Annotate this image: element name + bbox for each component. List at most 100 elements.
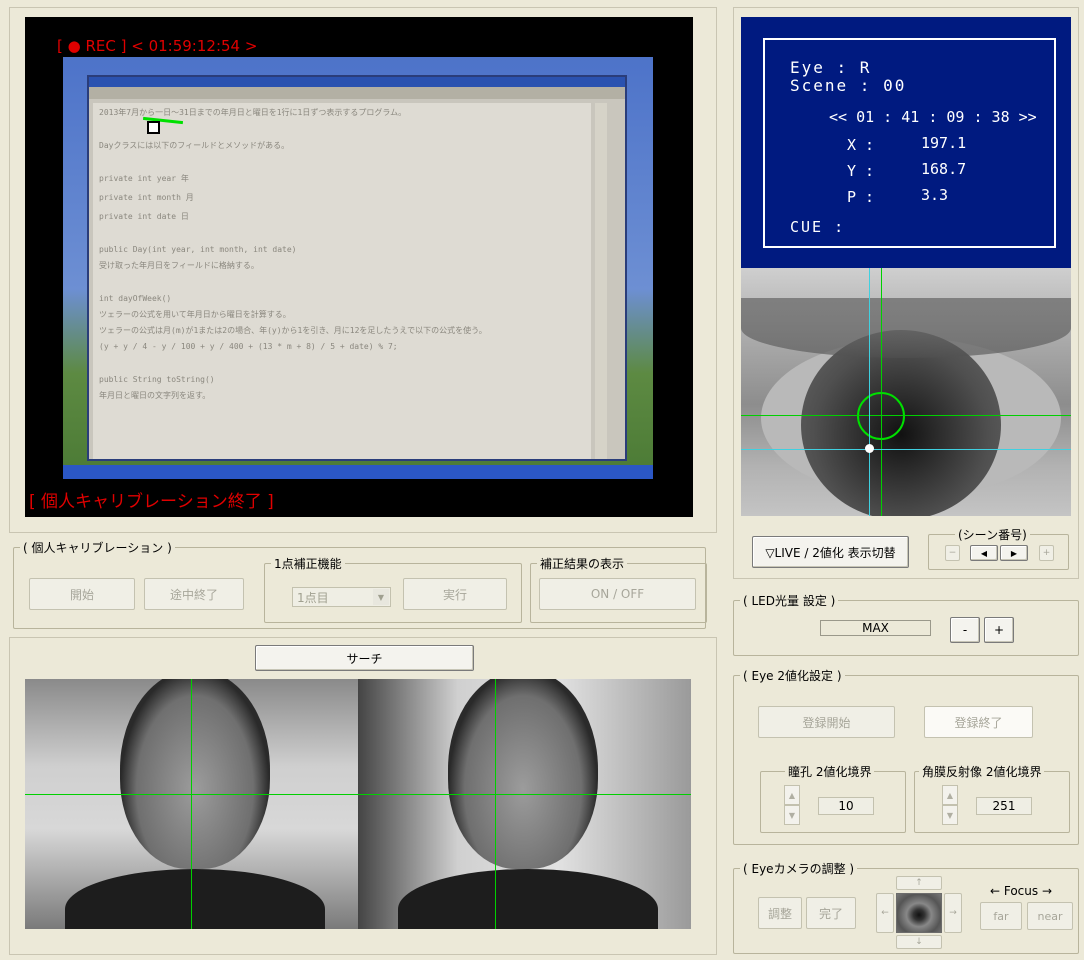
- focus-near-button[interactable]: near: [1027, 902, 1073, 930]
- doc-line: ツェラーの公式を用いて年月日から曜日を計算する。: [99, 310, 291, 319]
- calibration-start-button[interactable]: 開始: [29, 578, 135, 610]
- scene-label: Scene : 00: [790, 76, 907, 95]
- live-binary-toggle-button[interactable]: ▽LIVE / 2値化 表示切替: [752, 536, 909, 568]
- face-camera-right: [358, 679, 691, 929]
- arrow-left-icon: ←: [881, 908, 889, 918]
- doc-line: private int date 日: [99, 212, 189, 221]
- focus-far-button[interactable]: far: [980, 902, 1022, 930]
- shoulders: [398, 869, 658, 929]
- one-point-title: 1点補正機能: [271, 555, 345, 572]
- doc-line: public String toString(): [99, 375, 215, 384]
- doc-line: ツェラーの公式は月(m)が1または2の場合、年(y)から1を引き、月に12を足し…: [99, 326, 487, 335]
- focus-label: ← Focus →: [990, 884, 1053, 898]
- y-label: Y :: [847, 162, 875, 180]
- doc-line: 受け取った年月日をフィールドに格納する。: [99, 261, 259, 270]
- recorded-window-menubar: [89, 87, 625, 99]
- scene-next-button[interactable]: ▶: [1000, 545, 1028, 561]
- crosshair-vertical: [495, 679, 496, 929]
- cornea-threshold-value[interactable]: 251: [976, 797, 1032, 815]
- spin-down-icon[interactable]: ▼: [942, 805, 958, 825]
- doc-line: 2013年7月から一日〜31日までの年月日と曜日を1行に1日ずつ表示するプログラ…: [99, 108, 407, 117]
- doc-line: 年月日と曜日の文字列を返す。: [99, 391, 211, 400]
- doc-line: (y + y / 4 - y / 100 + y / 400 + (13 * m…: [99, 342, 398, 351]
- pupil-threshold-spinner[interactable]: ▲ ▼: [784, 785, 800, 825]
- search-button[interactable]: サーチ: [255, 645, 474, 671]
- point-select-value: 1点目: [297, 590, 329, 605]
- result-display-title: 補正結果の表示: [537, 555, 628, 572]
- led-plus-button[interactable]: +: [984, 617, 1014, 643]
- corneal-reflection: [865, 444, 874, 453]
- doc-line: private int year 年: [99, 174, 189, 183]
- recorded-window: 2013年7月から一日〜31日までの年月日と曜日を1行に1日ずつ表示するプログラ…: [87, 75, 627, 461]
- camera-adjust-title: ( Eyeカメラの調整 ): [740, 860, 858, 877]
- arrow-up-icon: ↑: [915, 878, 923, 888]
- x-value: 197.1: [921, 134, 967, 152]
- recorded-taskbar: [63, 465, 653, 479]
- camera-up-button[interactable]: ↑: [896, 876, 942, 890]
- eye-info-display: Eye : R Scene : 00 << 01 : 41 : 09 : 38 …: [741, 17, 1071, 268]
- eye-info-frame: Eye : R Scene : 00 << 01 : 41 : 09 : 38 …: [763, 38, 1056, 248]
- register-end-button[interactable]: 登録終了: [924, 706, 1033, 738]
- spin-up-icon[interactable]: ▲: [784, 785, 800, 805]
- arrow-right-icon: →: [949, 908, 957, 918]
- y-value: 168.7: [921, 160, 967, 178]
- scene-plus-button[interactable]: +: [1039, 545, 1054, 561]
- pupil-threshold-value[interactable]: 10: [818, 797, 874, 815]
- eye-camera-thumbnail: [896, 893, 942, 933]
- arrow-down-icon: ↓: [915, 937, 923, 947]
- camera-left-button[interactable]: ←: [876, 893, 894, 933]
- done-button[interactable]: 完了: [806, 897, 856, 929]
- x-label: X :: [847, 136, 875, 154]
- result-onoff-button[interactable]: ON / OFF: [539, 578, 696, 610]
- recorded-monitor: 2013年7月から一日〜31日までの年月日と曜日を1行に1日ずつ表示するプログラ…: [63, 57, 653, 479]
- recorded-document: 2013年7月から一日〜31日までの年月日と曜日を1行に1日ずつ表示するプログラ…: [93, 103, 591, 459]
- register-start-button[interactable]: 登録開始: [758, 706, 895, 738]
- p-label: P :: [847, 188, 875, 206]
- doc-line: Dayクラスには以下のフィールドとメソッドがある。: [99, 141, 290, 150]
- gaze-point-marker: [147, 121, 160, 134]
- scene-prev-button[interactable]: ◀: [970, 545, 998, 561]
- cue-label: CUE :: [790, 218, 846, 236]
- led-title: ( LED光量 設定 ): [740, 592, 839, 609]
- eye-timecode: << 01 : 41 : 09 : 38 >>: [829, 108, 1037, 126]
- doc-line: int dayOfWeek(): [99, 294, 172, 303]
- crosshair-vertical: [191, 679, 192, 929]
- face-silhouette: [448, 679, 598, 869]
- reflection-crosshair-horizontal: [741, 449, 1071, 450]
- rec-indicator: [ ● REC ] < 01:59:12:54 >: [57, 37, 258, 55]
- adjust-button[interactable]: 調整: [758, 897, 802, 929]
- doc-line: private int month 月: [99, 193, 194, 202]
- face-camera-left: [25, 679, 358, 929]
- recorded-scrollbar: [595, 103, 607, 459]
- binarize-title: ( Eye 2値化設定 ): [740, 667, 845, 684]
- pupil-crosshair-vertical: [881, 268, 882, 516]
- face-silhouette: [120, 679, 270, 869]
- spin-up-icon[interactable]: ▲: [942, 785, 958, 805]
- point-select[interactable]: 1点目 ▼: [292, 587, 391, 607]
- scene-minus-button[interactable]: −: [945, 545, 960, 561]
- cornea-threshold-title: 角膜反射像 2値化境界: [919, 763, 1045, 780]
- crosshair-horizontal: [358, 794, 691, 795]
- calibration-title: ( 個人キャリブレーション ): [20, 539, 175, 556]
- pupil-crosshair-horizontal: [741, 415, 1071, 416]
- crosshair-horizontal: [25, 794, 358, 795]
- shoulders: [65, 869, 325, 929]
- chevron-down-icon[interactable]: ▼: [373, 589, 389, 605]
- reflection-crosshair-vertical: [869, 268, 870, 516]
- camera-right-button[interactable]: →: [944, 893, 962, 933]
- calibration-abort-button[interactable]: 途中終了: [144, 578, 244, 610]
- recorded-window-titlebar: [89, 77, 625, 87]
- cornea-threshold-spinner[interactable]: ▲ ▼: [942, 785, 958, 825]
- doc-line: public Day(int year, int month, int date…: [99, 245, 297, 254]
- scene-camera-view: 2013年7月から一日〜31日までの年月日と曜日を1行に1日ずつ表示するプログラ…: [25, 17, 693, 517]
- scene-number-title: (シーン番号): [955, 526, 1030, 543]
- p-value: 3.3: [921, 186, 949, 204]
- camera-down-button[interactable]: ↓: [896, 935, 942, 949]
- execute-button[interactable]: 実行: [403, 578, 507, 610]
- led-minus-button[interactable]: -: [950, 617, 980, 643]
- eyelid-shadow: [741, 298, 1071, 358]
- spin-down-icon[interactable]: ▼: [784, 805, 800, 825]
- pupil-threshold-title: 瞳孔 2値化境界: [785, 763, 875, 780]
- led-level-display: MAX: [820, 620, 931, 636]
- calibration-status: [ 個人キャリブレーション終了 ]: [29, 492, 274, 512]
